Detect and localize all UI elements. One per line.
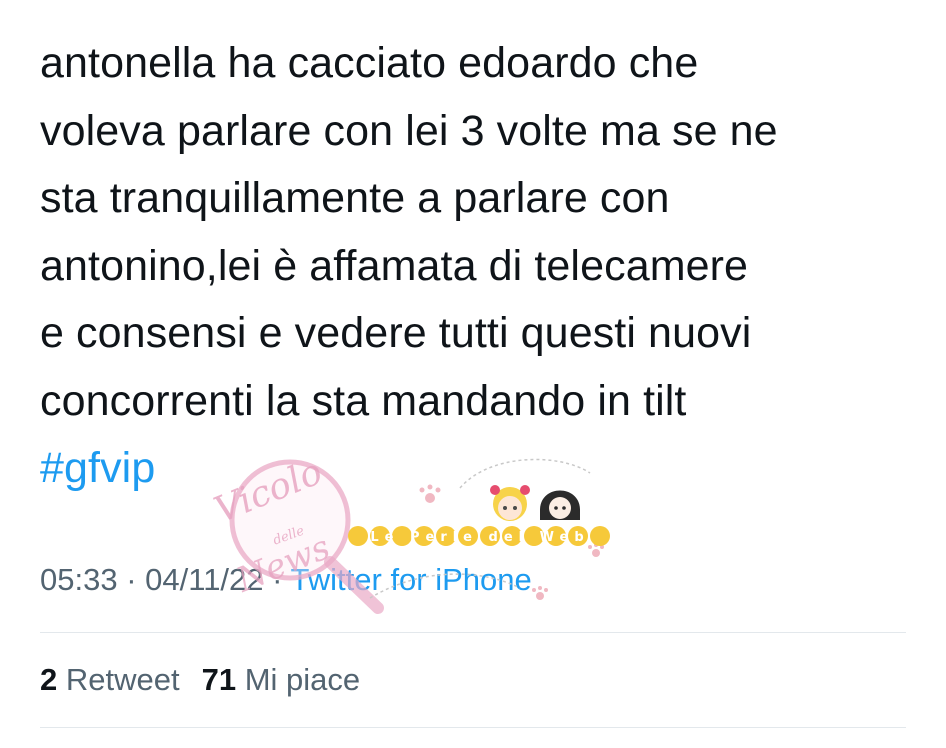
meta-separator: ·	[272, 562, 283, 597]
tweet-text-line: antonino,lei è affamata di telecamere	[40, 241, 749, 290]
pearl-chain-icon	[348, 526, 610, 546]
retweets-label: Retweet	[65, 662, 180, 697]
divider	[40, 727, 906, 728]
watermark-text: Le Perle del Web	[370, 530, 589, 545]
tweet-metadata: 05:33 · 04/11/22 · Twitter for iPhone	[40, 556, 532, 604]
retweets-stat[interactable]: 2 Retweet	[40, 662, 180, 697]
tweet-date[interactable]: 04/11/22	[145, 562, 263, 597]
paw-icon	[532, 586, 548, 600]
divider	[40, 632, 906, 633]
meta-separator: ·	[126, 562, 137, 597]
likes-label: Mi piace	[244, 662, 361, 697]
tweet-detail: antonella ha cacciato edoardo che voleva…	[0, 0, 946, 748]
watermark-text: delle	[271, 523, 307, 548]
tweet-text-line: voleva parlare con lei 3 volte ma se ne	[40, 106, 778, 155]
tweet-time[interactable]: 05:33	[40, 562, 118, 597]
hashtag-link[interactable]: #gfvip	[40, 435, 920, 503]
tweet-text-line: sta tranquillamente a parlare con	[40, 174, 670, 222]
tweet-text-line: concorrenti la sta mandando in tilt	[40, 376, 687, 425]
tweet-stats: 2 Retweet 71 Mi piace	[40, 656, 360, 704]
tweet-text-line: antonella ha cacciato edoardo che	[40, 39, 699, 87]
likes-count: 71	[201, 662, 237, 697]
tweet-body: antonella ha cacciato edoardo che voleva…	[40, 30, 920, 503]
retweets-count: 2	[40, 662, 58, 697]
likes-stat[interactable]: 71 Mi piace	[202, 662, 361, 697]
tweet-text-line: e consensi e vedere tutti questi nuovi	[40, 309, 752, 357]
tweet-source-link[interactable]: Twitter for iPhone	[291, 562, 532, 597]
paw-icon	[588, 543, 604, 557]
